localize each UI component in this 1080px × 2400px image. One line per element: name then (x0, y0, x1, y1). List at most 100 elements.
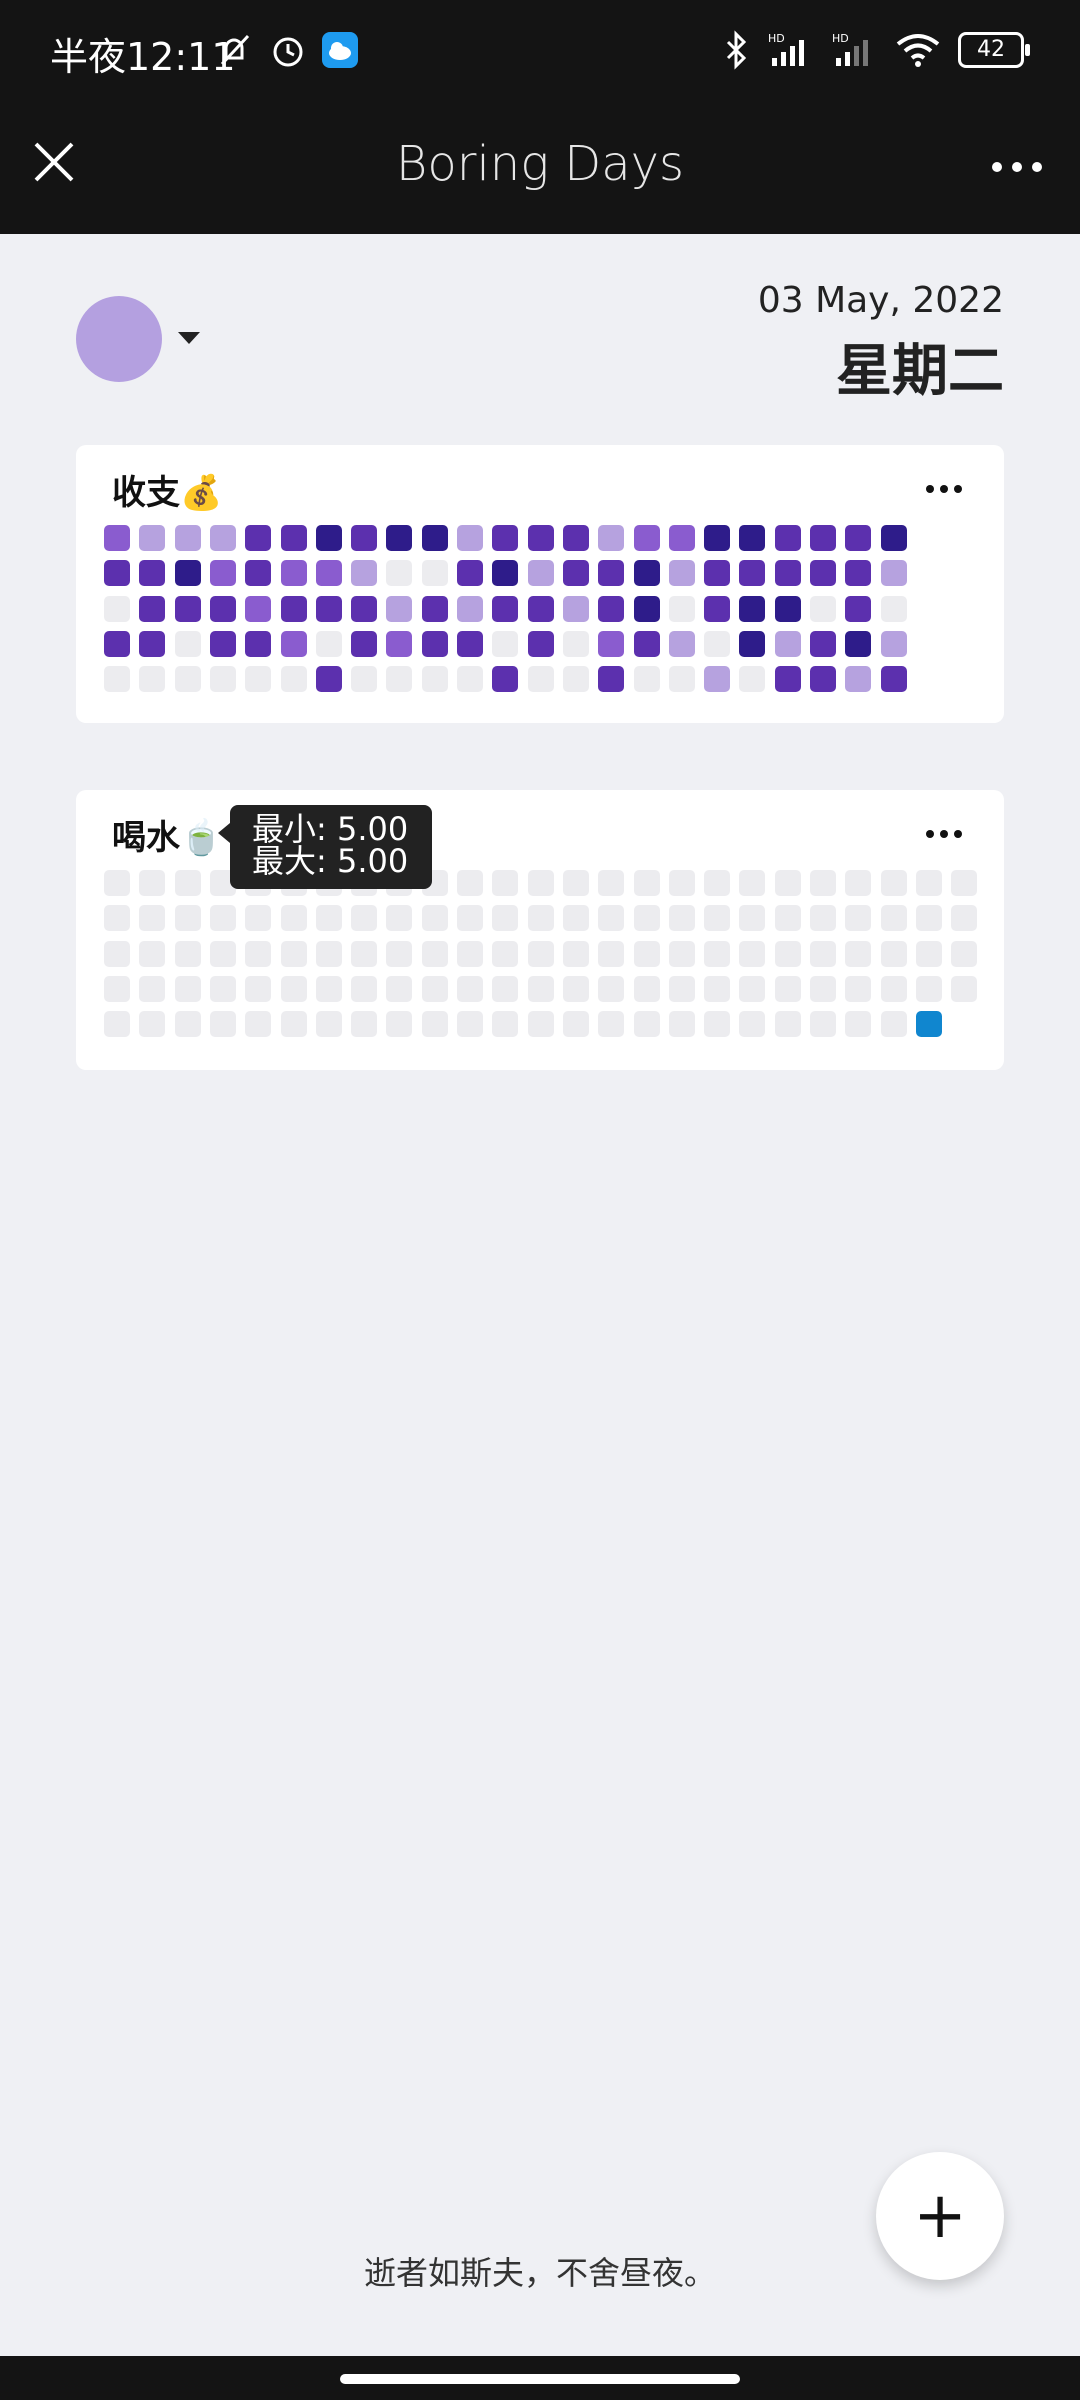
heatmap-cell[interactable] (175, 596, 201, 622)
heatmap-cell[interactable] (598, 560, 624, 586)
heatmap-cell[interactable] (916, 870, 942, 896)
heatmap-cell[interactable] (104, 870, 130, 896)
heatmap-cell[interactable] (139, 905, 165, 931)
heatmap-cell[interactable] (492, 596, 518, 622)
heatmap-cell[interactable] (492, 870, 518, 896)
heatmap-cell[interactable] (704, 596, 730, 622)
heatmap-cell[interactable] (951, 905, 977, 931)
heatmap-cell[interactable] (316, 1011, 342, 1037)
heatmap-cell[interactable] (210, 560, 236, 586)
heatmap-cell[interactable] (845, 666, 871, 692)
heatmap-cell[interactable] (210, 941, 236, 967)
heatmap-cell[interactable] (739, 870, 765, 896)
heatmap-cell[interactable] (175, 525, 201, 551)
heatmap-cell[interactable] (704, 976, 730, 1002)
heatmap-cell[interactable] (210, 666, 236, 692)
heatmap-cell[interactable] (104, 631, 130, 657)
heatmap-cell[interactable] (139, 525, 165, 551)
heatmap-cell[interactable] (634, 560, 660, 586)
chevron-down-icon[interactable] (178, 332, 200, 344)
heatmap-cell[interactable] (951, 870, 977, 896)
heatmap-cell[interactable] (669, 870, 695, 896)
habit-card-water[interactable]: 喝水🍵 (76, 790, 1004, 1070)
heatmap-cell[interactable] (492, 560, 518, 586)
heatmap-cell[interactable] (386, 560, 412, 586)
heatmap-cell[interactable] (881, 525, 907, 551)
heatmap-cell[interactable] (704, 631, 730, 657)
heatmap-cell[interactable] (104, 1011, 130, 1037)
heatmap-cell[interactable] (634, 666, 660, 692)
heatmap-cell[interactable] (281, 1011, 307, 1037)
heatmap-cell[interactable] (528, 596, 554, 622)
heatmap-cell[interactable] (739, 596, 765, 622)
heatmap-cell[interactable] (422, 1011, 448, 1037)
heatmap-cell[interactable] (351, 905, 377, 931)
heatmap-cell[interactable] (775, 666, 801, 692)
card-more-icon[interactable] (926, 485, 962, 493)
heatmap-cell[interactable] (104, 976, 130, 1002)
heatmap-cell[interactable] (457, 560, 483, 586)
heatmap-cell[interactable] (422, 666, 448, 692)
heatmap-cell[interactable] (775, 941, 801, 967)
heatmap-cell[interactable] (810, 525, 836, 551)
heatmap-cell[interactable] (351, 1011, 377, 1037)
heatmap-cell[interactable] (739, 976, 765, 1002)
heatmap-cell[interactable] (669, 596, 695, 622)
heatmap-cell[interactable] (845, 905, 871, 931)
heatmap-cell[interactable] (422, 976, 448, 1002)
heatmap-cell[interactable] (210, 525, 236, 551)
heatmap-cell[interactable] (386, 631, 412, 657)
heatmap-cell[interactable] (104, 596, 130, 622)
heatmap-cell[interactable] (492, 941, 518, 967)
heatmap-cell[interactable] (528, 905, 554, 931)
heatmap-cell[interactable] (704, 905, 730, 931)
heatmap-cell[interactable] (245, 1011, 271, 1037)
heatmap-cell[interactable] (457, 1011, 483, 1037)
heatmap-cell[interactable] (881, 596, 907, 622)
heatmap-cell[interactable] (669, 905, 695, 931)
heatmap-cell[interactable] (810, 560, 836, 586)
heatmap-cell[interactable] (316, 596, 342, 622)
heatmap-cell[interactable] (316, 560, 342, 586)
heatmap-cell[interactable] (175, 631, 201, 657)
heatmap-cell[interactable] (881, 631, 907, 657)
heatmap-cell[interactable] (563, 870, 589, 896)
heatmap-cell[interactable] (563, 631, 589, 657)
heatmap-cell[interactable] (951, 976, 977, 1002)
heatmap-cell[interactable] (669, 560, 695, 586)
heatmap-cell[interactable] (634, 631, 660, 657)
heatmap-cell[interactable] (245, 905, 271, 931)
heatmap-cell[interactable] (139, 560, 165, 586)
heatmap-cell[interactable] (492, 666, 518, 692)
heatmap-cell[interactable] (881, 1011, 907, 1037)
heatmap-cell[interactable] (634, 870, 660, 896)
heatmap-cell[interactable] (775, 560, 801, 586)
heatmap-cell[interactable] (457, 905, 483, 931)
heatmap-cell[interactable] (281, 525, 307, 551)
heatmap-cell[interactable] (281, 596, 307, 622)
heatmap-cell[interactable] (386, 976, 412, 1002)
heatmap-cell[interactable] (139, 1011, 165, 1037)
heatmap-cell[interactable] (528, 941, 554, 967)
heatmap-cell[interactable] (739, 1011, 765, 1037)
heatmap-cell[interactable] (175, 560, 201, 586)
heatmap-cell[interactable] (528, 631, 554, 657)
heatmap-cell[interactable] (881, 666, 907, 692)
heatmap-cell[interactable] (598, 666, 624, 692)
heatmap-cell[interactable] (457, 941, 483, 967)
heatmap-cell[interactable] (739, 941, 765, 967)
heatmap-cell[interactable] (245, 560, 271, 586)
heatmap-cell[interactable] (175, 870, 201, 896)
heatmap-cell[interactable] (316, 631, 342, 657)
heatmap-cell[interactable] (351, 596, 377, 622)
heatmap-cell[interactable] (775, 596, 801, 622)
heatmap-cell[interactable] (316, 905, 342, 931)
heatmap-cell[interactable] (739, 666, 765, 692)
heatmap-cell[interactable] (386, 666, 412, 692)
heatmap-cell[interactable] (881, 941, 907, 967)
heatmap-cell[interactable] (210, 976, 236, 1002)
heatmap-cell[interactable] (563, 666, 589, 692)
heatmap-cell[interactable] (563, 596, 589, 622)
heatmap-cell[interactable] (175, 905, 201, 931)
heatmap-cell[interactable] (175, 941, 201, 967)
